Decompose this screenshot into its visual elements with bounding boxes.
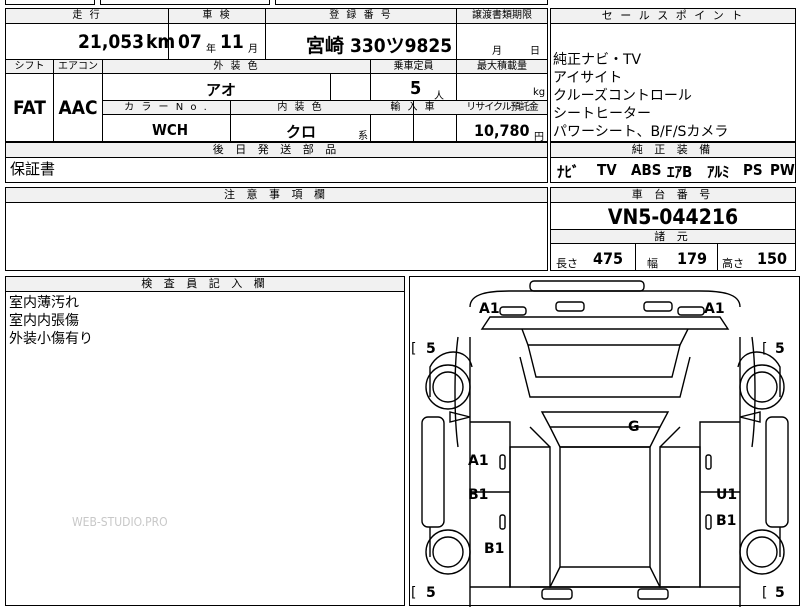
transfer-day-unit: 日 bbox=[530, 46, 540, 57]
inspection-year: 07 bbox=[178, 31, 202, 53]
equip-pw: PW bbox=[770, 161, 795, 179]
max-load-label: 最大積載量 bbox=[477, 61, 527, 72]
color-no-value: WCH bbox=[152, 121, 189, 139]
shift-label: シフト bbox=[14, 61, 45, 72]
transfer-month-unit: 月 bbox=[492, 46, 502, 57]
tire-rl-bracket: [ bbox=[411, 585, 417, 601]
chassis-label: 車 台 番 号 bbox=[551, 188, 795, 203]
import-label: 輸 入 車 bbox=[390, 102, 437, 113]
width-label: 幅 bbox=[647, 257, 658, 270]
mileage-value: 21,053 bbox=[78, 31, 144, 53]
height-value: 150 bbox=[757, 249, 788, 268]
tire-fr-bracket: [ bbox=[762, 341, 768, 357]
front-left-damage: A1 bbox=[479, 301, 500, 317]
sales-points-box: セ ー ル ス ポ イ ン ト 純正ナビ・TV アイサイト クルーズコントロール… bbox=[550, 8, 796, 142]
inspector-note-3: 外装小傷有り bbox=[9, 331, 93, 347]
later-parts-label: 後 日 発 送 部 品 bbox=[6, 143, 547, 158]
later-parts-value: 保証書 bbox=[10, 160, 56, 178]
tire-fl-depth: 5 bbox=[426, 341, 436, 357]
exterior-color-label: 外 装 色 bbox=[213, 61, 260, 72]
registration-label: 登 録 番 号 bbox=[329, 10, 393, 21]
inspector-label: 検 査 員 記 入 欄 bbox=[6, 277, 404, 292]
front-right-damage: A1 bbox=[704, 301, 725, 317]
shift-value: FAT bbox=[13, 97, 46, 119]
genuine-equipment-label: 純 正 装 備 bbox=[551, 143, 795, 158]
recycle-unit: 円 bbox=[534, 132, 544, 143]
glass-damage: G bbox=[628, 419, 640, 435]
sales-point-3: クルーズコントロール bbox=[553, 88, 692, 104]
car-diagram: A1 A1 [ 5 [ 5 G A1 B1 U1 B1 B1 [ 5 [ 5 bbox=[409, 276, 800, 607]
equip-tv: TV bbox=[597, 161, 617, 179]
registration-value: 宮崎 330ツ9825 bbox=[306, 35, 453, 57]
mileage-label: 走 行 bbox=[72, 10, 102, 21]
tire-fr-depth: 5 bbox=[775, 341, 785, 357]
later-parts-box: 後 日 発 送 部 品 保証書 bbox=[5, 142, 548, 183]
watermark: WEB-STUDIO.PRO bbox=[72, 515, 168, 529]
width-value: 179 bbox=[677, 249, 708, 268]
notes-box: 注 意 事 項 欄 bbox=[5, 187, 548, 271]
notes-label: 注 意 事 項 欄 bbox=[6, 188, 547, 203]
inspection-year-unit: 年 bbox=[206, 44, 216, 55]
aircon-value: AAC bbox=[58, 97, 98, 119]
door-fr-damage: U1 bbox=[716, 487, 738, 503]
tire-rr-depth: 5 bbox=[775, 585, 785, 601]
inspection-month-unit: 月 bbox=[248, 44, 258, 55]
equip-ps: PS bbox=[743, 161, 763, 179]
sales-point-5: パワーシート、B/F/Sカメラ bbox=[553, 124, 729, 140]
capacity-label: 乗車定員 bbox=[393, 61, 434, 72]
door-rr-damage: B1 bbox=[716, 513, 737, 529]
dimensions-label: 諸 元 bbox=[654, 230, 692, 243]
interior-color-suffix: 系 bbox=[358, 131, 368, 142]
capacity-value: 5 bbox=[410, 78, 422, 99]
top-strip bbox=[0, 0, 548, 6]
sales-point-1: 純正ナビ・TV bbox=[553, 52, 642, 68]
car-outline bbox=[421, 280, 789, 607]
inspector-note-2: 室内内張傷 bbox=[9, 313, 79, 329]
tire-rl-depth: 5 bbox=[426, 585, 436, 601]
sales-point-2: アイサイト bbox=[553, 70, 623, 86]
inspection-month: 11 bbox=[220, 31, 244, 53]
rear-left-damage: B1 bbox=[484, 541, 505, 557]
genuine-equipment-box: 純 正 装 備 ﾅﾋﾞ TV ABS ｴｱB ｱﾙﾐ PS PW bbox=[550, 142, 796, 183]
equip-navi: ﾅﾋﾞ bbox=[557, 163, 580, 181]
inspector-box: 検 査 員 記 入 欄 室内薄汚れ 室内内張傷 外装小傷有り WEB-STUDI… bbox=[5, 276, 405, 606]
inspector-note-1: 室内薄汚れ bbox=[9, 295, 79, 311]
tire-rr-bracket: [ bbox=[762, 585, 768, 601]
chassis-box: 車 台 番 号 VN5-044216 諸 元 長さ 475 幅 179 高さ 1… bbox=[550, 187, 796, 271]
equip-alloy: ｱﾙﾐ bbox=[707, 163, 730, 181]
equip-abs: ABS bbox=[631, 161, 662, 179]
door-fl-damage: A1 bbox=[468, 453, 489, 469]
interior-color-label: 内 装 色 bbox=[277, 102, 324, 113]
transfer-label: 譲渡書類期限 bbox=[472, 10, 532, 21]
recycle-value: 10,780 bbox=[474, 121, 530, 140]
door-rl-damage: B1 bbox=[468, 487, 489, 503]
sales-points-label: セ ー ル ス ポ イ ン ト bbox=[551, 9, 795, 24]
recycle-label: リサイクル預託金 bbox=[466, 102, 539, 113]
mileage-unit: km bbox=[146, 31, 176, 53]
length-label: 長さ bbox=[556, 257, 578, 270]
inspection-label: 車 検 bbox=[202, 10, 232, 21]
color-no-label: カ ラ ー N o . bbox=[124, 102, 209, 113]
max-load-unit: kg bbox=[533, 87, 546, 98]
vehicle-info-table: 走 行 車 検 登 録 番 号 譲渡書類期限 21,053 km 07 年 11… bbox=[5, 8, 548, 143]
interior-color-value: クロ bbox=[286, 123, 317, 141]
aircon-label: エアコン bbox=[58, 61, 98, 72]
sales-point-4: シートヒーター bbox=[553, 106, 651, 122]
height-label: 高さ bbox=[722, 257, 744, 270]
equip-airbag: ｴｱB bbox=[667, 163, 693, 181]
tire-fl-bracket: [ bbox=[411, 341, 417, 357]
exterior-color-value: アオ bbox=[206, 81, 237, 99]
chassis-value: VN5-044216 bbox=[607, 205, 739, 229]
length-value: 475 bbox=[593, 249, 624, 268]
